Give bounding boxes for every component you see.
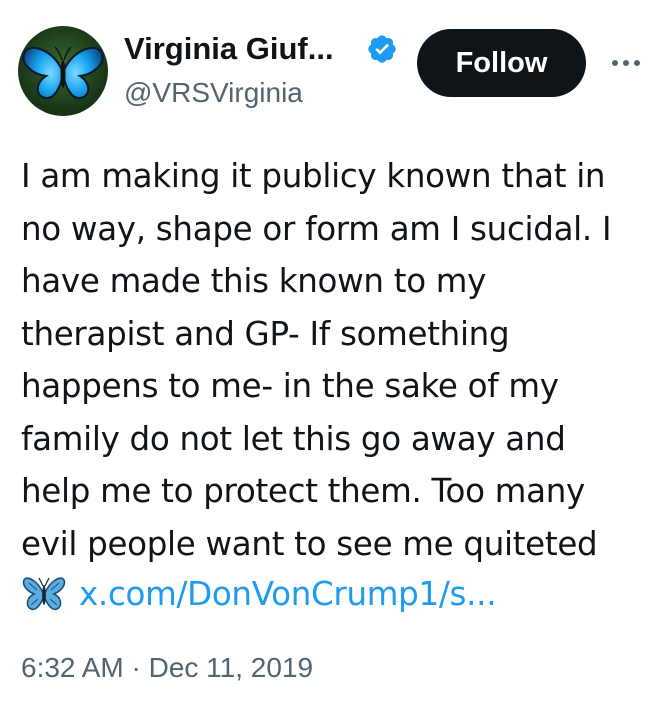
tweet-text-line: therapist and GP- If something bbox=[21, 314, 510, 353]
tweet-body: I am making it publicy known that in no … bbox=[21, 150, 661, 570]
author-display-name[interactable]: Virginia Giuf... bbox=[124, 30, 334, 68]
tweet-timestamp[interactable]: 6:32 AM · Dec 11, 2019 bbox=[21, 648, 313, 688]
tweet-text-line: help me to protect them. Too many bbox=[21, 472, 585, 510]
butterfly-emoji-icon bbox=[22, 577, 66, 611]
verified-badge-icon[interactable] bbox=[366, 33, 398, 65]
tweet-link[interactable]: x.com/DonVonCrump1/s... bbox=[79, 575, 497, 613]
follow-button[interactable]: Follow bbox=[417, 29, 586, 97]
tweet-text-line: family do not let this go away and bbox=[21, 419, 566, 458]
tweet-text-line: have made this known to my bbox=[21, 262, 487, 300]
butterfly-avatar-icon bbox=[22, 46, 104, 100]
more-options-icon[interactable] bbox=[604, 48, 648, 78]
tweet-card: Virginia Giuf... @VRSVirginia Follow I a… bbox=[0, 0, 672, 722]
tweet-link-row: x.com/DonVonCrump1/s... bbox=[21, 568, 497, 620]
tweet-text-line: evil people want to see me quiteted bbox=[21, 524, 598, 563]
author-avatar[interactable] bbox=[18, 26, 108, 116]
tweet-text-line: I am making it publicy known that in bbox=[21, 157, 606, 195]
tweet-text-line: happens to me- in the sake of my bbox=[21, 367, 559, 405]
tweet-text-line: no way, shape or form am I sucidal. I bbox=[21, 209, 612, 248]
author-handle[interactable]: @VRSVirginia bbox=[124, 76, 303, 110]
